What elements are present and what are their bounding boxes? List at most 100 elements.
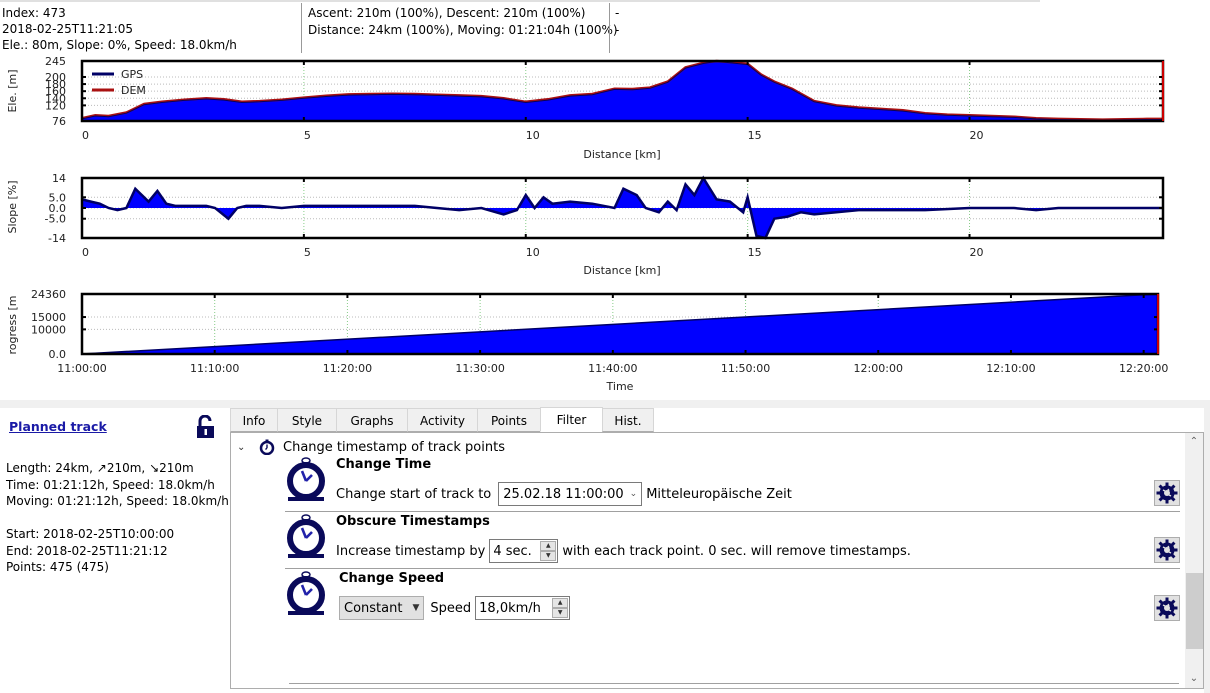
interval-description: with each track point. 0 sec. will remov… xyxy=(562,543,911,559)
point-timestamp: 2018-02-25T11:21:05 xyxy=(2,22,133,36)
x-tick-label: 11:20:00 xyxy=(323,362,372,375)
track-panel: Planned track Length: 24km, ↗210m, ↘210m… xyxy=(0,408,229,693)
interval-value: 4 sec. xyxy=(493,543,532,559)
tab-graphs[interactable]: Graphs xyxy=(336,408,408,432)
chevron-down-icon[interactable]: ⌄ xyxy=(237,442,251,453)
elevation-xlabel: Distance [km] xyxy=(583,148,660,161)
settings-gear-button[interactable] xyxy=(1154,537,1180,563)
spin-up-button[interactable]: ▲ xyxy=(540,541,557,551)
tab-bar: Info Style Graphs Activity Points Filter… xyxy=(230,407,654,432)
elevation-chart[interactable]: Ele. [m] 24520018016014012076 0 5 10 15 20 G… xyxy=(6,55,1165,161)
y-tick-label: 10000 xyxy=(31,323,66,336)
extra-1: - xyxy=(615,6,620,20)
filter-panel: ⌄ Change timestamp of track points Chang… xyxy=(230,432,1204,689)
unlocked-padlock-icon[interactable] xyxy=(196,415,216,439)
chevron-down-icon: ⌄ xyxy=(629,489,638,499)
window-edge xyxy=(1204,408,1210,693)
scroll-down-button[interactable]: ⌄ xyxy=(1185,670,1203,688)
x-tick-label: 11:00:00 xyxy=(57,362,106,375)
x-tick-label: 0 xyxy=(82,129,89,142)
range-info: Ascent: 210m (100%), Descent: 210m (100%… xyxy=(301,3,618,53)
y-tick-label: 245 xyxy=(45,55,66,68)
x-tick-label: 10 xyxy=(526,246,540,259)
graphs-area[interactable]: Ele. [m] 24520018016014012076 0 5 10 15 20 G… xyxy=(0,55,1210,400)
ascent-descent: Ascent: 210m (100%), Descent: 210m (100%… xyxy=(308,6,586,20)
gear-icon xyxy=(1156,597,1178,619)
elevation-ylabel: Ele. [m] xyxy=(6,69,19,112)
x-tick-label: 11:50:00 xyxy=(721,362,770,375)
track-title-link[interactable]: Planned track xyxy=(9,419,107,434)
x-tick-label: 11:30:00 xyxy=(455,362,504,375)
divider xyxy=(285,511,1180,512)
tab-points[interactable]: Points xyxy=(477,408,541,432)
filter-item-title: Change Time xyxy=(336,457,432,472)
stopwatch-icon xyxy=(287,514,325,558)
speed-label: Speed xyxy=(430,600,472,616)
tab-activity[interactable]: Activity xyxy=(407,408,478,432)
track-stats: Length: 24km, ↗210m, ↘210m Time: 01:21:1… xyxy=(6,461,229,574)
filter-item-title: Obscure Timestamps xyxy=(336,514,490,529)
progress-yticks: 24360 1500010000 0.0 xyxy=(31,288,66,361)
tab-filter[interactable]: Filter xyxy=(540,407,603,432)
x-tick-label: 12:20:00 xyxy=(1119,362,1168,375)
spin-down-button[interactable]: ▼ xyxy=(552,608,569,618)
x-tick-label: 5 xyxy=(304,246,311,259)
x-tick-label: 11:10:00 xyxy=(190,362,239,375)
slope-ylabel: Slope [%] xyxy=(6,180,19,233)
y-tick-label: 14 xyxy=(52,172,66,185)
stopwatch-icon xyxy=(287,457,325,501)
filter-group-title: Change timestamp of track points xyxy=(283,439,505,455)
slope-chart[interactable]: Slope [%] 145.00.0-5.0-14 0 5 10 15 20 Dista… xyxy=(6,172,1165,277)
filter-change-speed: Change Speed Constant ▼ Speed 18,0km/h ▲… xyxy=(285,571,1180,625)
stopwatch-icon xyxy=(287,571,325,615)
tab-style[interactable]: Style xyxy=(277,408,337,432)
top-border xyxy=(0,0,1040,2)
datetime-picker[interactable]: 25.02.18 11:00:00 ⌄ xyxy=(498,482,643,506)
progress-chart[interactable]: rogress [m 24360 1500010000 0.0 11:00:00 11… xyxy=(6,288,1168,393)
x-tick-label: 10 xyxy=(526,129,540,142)
extra-info: - - xyxy=(609,3,619,53)
filter-item-row: Change start of track to 25.02.18 11:00:… xyxy=(336,481,792,507)
splitter[interactable] xyxy=(0,400,1210,408)
spin-up-button[interactable]: ▲ xyxy=(552,598,569,608)
datetime-value: 25.02.18 11:00:00 xyxy=(503,486,624,502)
speed-mode-dropdown[interactable]: Constant ▼ xyxy=(339,596,425,620)
y-tick-label: 120 xyxy=(45,99,66,112)
divider xyxy=(285,568,1180,569)
vertical-scrollbar[interactable]: ⌃ ⌄ xyxy=(1185,433,1203,688)
speed-mode-value: Constant xyxy=(344,600,403,616)
legend-dem-label: DEM xyxy=(121,84,146,97)
progress-ylabel: rogress [m xyxy=(6,295,19,354)
filter-item-row: Constant ▼ Speed 18,0km/h ▲ ▼ xyxy=(337,595,574,621)
point-values: Ele.: 80m, Slope: 0%, Speed: 18.0km/h xyxy=(2,38,237,52)
interval-spinbox[interactable]: 4 sec. ▲ ▼ xyxy=(489,539,559,563)
x-tick-label: 15 xyxy=(748,129,762,142)
spin-down-button[interactable]: ▼ xyxy=(540,551,557,561)
settings-gear-button[interactable] xyxy=(1154,480,1180,506)
x-tick-label: 15 xyxy=(748,246,762,259)
settings-gear-button[interactable] xyxy=(1154,595,1180,621)
x-tick-label: 0 xyxy=(82,246,89,259)
stopwatch-icon xyxy=(259,439,275,455)
slope-xlabel: Distance [km] xyxy=(583,264,660,277)
legend-gps-label: GPS xyxy=(121,68,143,81)
info-bar: Index: 473 2018-02-25T11:21:05 Ele.: 80m… xyxy=(0,0,1210,56)
scroll-up-button[interactable]: ⌃ xyxy=(1185,433,1203,451)
x-tick-label: 5 xyxy=(304,129,311,142)
filter-obscure-timestamps: Obscure Timestamps Increase timestamp by… xyxy=(285,514,1180,569)
divider xyxy=(289,683,1179,684)
y-tick-label: 24360 xyxy=(31,288,66,301)
y-tick-label: 15000 xyxy=(31,311,66,324)
scroll-thumb[interactable] xyxy=(1186,573,1203,649)
y-tick-label: 0.0 xyxy=(49,348,67,361)
elevation-yticks: 24520018016014012076 xyxy=(45,55,66,128)
speed-value: 18,0km/h xyxy=(479,600,541,616)
y-tick-label: 76 xyxy=(52,115,66,128)
slope-yticks: 145.00.0-5.0-14 xyxy=(45,172,66,245)
tab-info[interactable]: Info xyxy=(230,408,278,432)
speed-spinbox[interactable]: 18,0km/h ▲ ▼ xyxy=(475,596,571,620)
point-info: Index: 473 2018-02-25T11:21:05 Ele.: 80m… xyxy=(2,5,237,53)
filter-group-header[interactable]: ⌄ Change timestamp of track points xyxy=(237,437,505,457)
point-index: Index: 473 xyxy=(2,6,66,20)
tab-hist[interactable]: Hist. xyxy=(602,408,654,432)
